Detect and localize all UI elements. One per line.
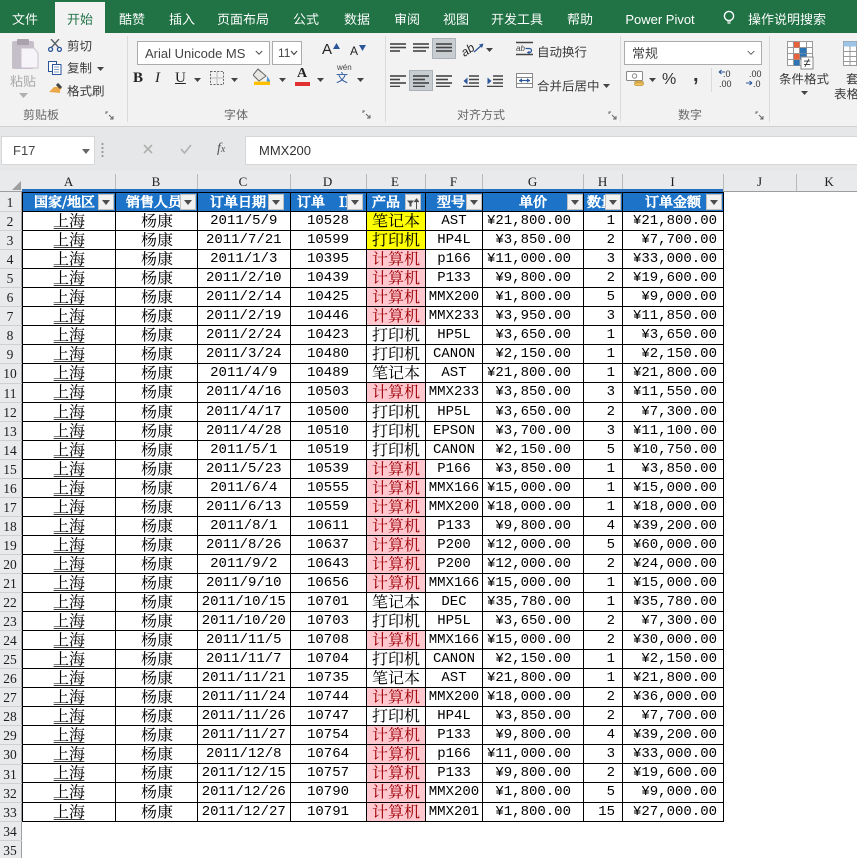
svg-text:.00: .00 (719, 79, 732, 89)
svg-text:ab: ab (516, 44, 525, 53)
svg-text:.0: .0 (753, 79, 761, 89)
svg-text:.0: .0 (723, 69, 731, 79)
svg-text:.00: .00 (749, 69, 762, 79)
svg-text:≠: ≠ (804, 55, 811, 70)
